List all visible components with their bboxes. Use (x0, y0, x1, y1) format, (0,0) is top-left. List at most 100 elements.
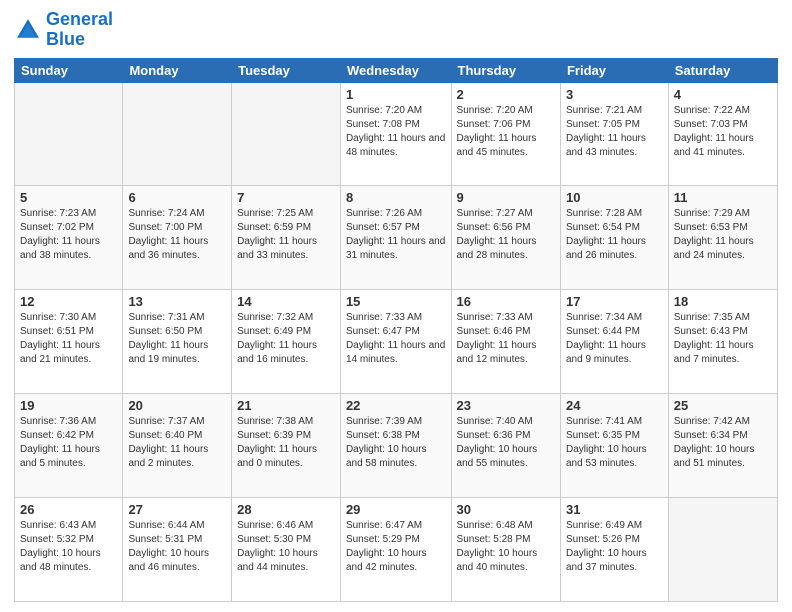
calendar-cell: 8 Sunrise: 7:26 AMSunset: 6:57 PMDaylight… (340, 186, 451, 290)
calendar-cell: 14 Sunrise: 7:32 AMSunset: 6:49 PMDayligh… (232, 290, 341, 394)
day-info: Sunrise: 6:47 AMSunset: 5:29 PMDaylight:… (346, 519, 446, 575)
day-info: Sunrise: 7:32 AMSunset: 6:49 PMDaylight:… (237, 311, 335, 367)
day-number: 27 (128, 502, 226, 517)
calendar-cell: 11Sunrise: 7:29 AMSunset: 6:53 PMDayligh… (668, 186, 777, 290)
day-info: Sunrise: 6:49 AMSunset: 5:26 PMDaylight:… (566, 519, 663, 575)
calendar-cell: 12 Sunrise: 7:30 AMSunset: 6:51 PMDayligh… (15, 290, 123, 394)
header: General Blue (14, 10, 778, 50)
day-info: Sunrise: 7:29 AMSunset: 6:53 PMDaylight:… (674, 207, 772, 263)
calendar-cell: 24 Sunrise: 7:41 AMSunset: 6:35 PMDayligh… (560, 394, 668, 498)
weekday-header: Monday (123, 58, 232, 82)
day-info: Sunrise: 7:42 AMSunset: 6:34 PMDaylight:… (674, 415, 772, 471)
day-info: Sunrise: 6:43 AMSunset: 5:32 PMDaylight:… (20, 519, 117, 575)
day-number: 14 (237, 294, 335, 309)
calendar-cell: 1 Sunrise: 7:20 AMSunset: 7:08 PMDaylight… (340, 82, 451, 186)
day-info: Sunrise: 7:25 AMSunset: 6:59 PMDaylight:… (237, 207, 335, 263)
day-info: Sunrise: 6:44 AMSunset: 5:31 PMDaylight:… (128, 519, 226, 575)
logo-text: General Blue (46, 10, 113, 50)
day-number: 22 (346, 398, 446, 413)
day-info: Sunrise: 7:20 AMSunset: 7:06 PMDaylight:… (457, 104, 555, 160)
day-info: Sunrise: 7:41 AMSunset: 6:35 PMDaylight:… (566, 415, 663, 471)
day-info: Sunrise: 7:39 AMSunset: 6:38 PMDaylight:… (346, 415, 446, 471)
calendar-cell: 13 Sunrise: 7:31 AMSunset: 6:50 PMDayligh… (123, 290, 232, 394)
day-number: 30 (457, 502, 555, 517)
calendar-cell (232, 82, 341, 186)
day-info: Sunrise: 7:35 AMSunset: 6:43 PMDaylight:… (674, 311, 772, 367)
weekday-header: Sunday (15, 58, 123, 82)
calendar-week-row: 26 Sunrise: 6:43 AMSunset: 5:32 PMDayligh… (15, 498, 778, 602)
day-number: 29 (346, 502, 446, 517)
calendar-cell: 21 Sunrise: 7:38 AMSunset: 6:39 PMDayligh… (232, 394, 341, 498)
day-number: 12 (20, 294, 117, 309)
weekday-header: Tuesday (232, 58, 341, 82)
day-info: Sunrise: 7:30 AMSunset: 6:51 PMDaylight:… (20, 311, 117, 367)
day-number: 19 (20, 398, 117, 413)
calendar-table: SundayMondayTuesdayWednesdayThursdayFrid… (14, 58, 778, 602)
day-number: 6 (128, 190, 226, 205)
calendar-cell: 19 Sunrise: 7:36 AMSunset: 6:42 PMDayligh… (15, 394, 123, 498)
calendar-cell: 18Sunrise: 7:35 AMSunset: 6:43 PMDayligh… (668, 290, 777, 394)
calendar-cell: 22 Sunrise: 7:39 AMSunset: 6:38 PMDayligh… (340, 394, 451, 498)
day-info: Sunrise: 7:20 AMSunset: 7:08 PMDaylight:… (346, 104, 446, 160)
day-number: 24 (566, 398, 663, 413)
day-number: 25 (674, 398, 772, 413)
day-info: Sunrise: 7:26 AMSunset: 6:57 PMDaylight:… (346, 207, 446, 263)
weekday-header-row: SundayMondayTuesdayWednesdayThursdayFrid… (15, 58, 778, 82)
day-info: Sunrise: 7:28 AMSunset: 6:54 PMDaylight:… (566, 207, 663, 263)
day-number: 3 (566, 87, 663, 102)
day-info: Sunrise: 7:33 AMSunset: 6:46 PMDaylight:… (457, 311, 555, 367)
calendar-cell: 26 Sunrise: 6:43 AMSunset: 5:32 PMDayligh… (15, 498, 123, 602)
weekday-header: Saturday (668, 58, 777, 82)
day-number: 7 (237, 190, 335, 205)
day-number: 20 (128, 398, 226, 413)
day-info: Sunrise: 7:31 AMSunset: 6:50 PMDaylight:… (128, 311, 226, 367)
weekday-header: Thursday (451, 58, 560, 82)
day-info: Sunrise: 6:48 AMSunset: 5:28 PMDaylight:… (457, 519, 555, 575)
day-info: Sunrise: 7:22 AMSunset: 7:03 PMDaylight:… (674, 104, 772, 160)
day-number: 13 (128, 294, 226, 309)
day-number: 9 (457, 190, 555, 205)
calendar-cell: 10 Sunrise: 7:28 AMSunset: 6:54 PMDayligh… (560, 186, 668, 290)
calendar-cell: 20 Sunrise: 7:37 AMSunset: 6:40 PMDayligh… (123, 394, 232, 498)
calendar-cell: 28 Sunrise: 6:46 AMSunset: 5:30 PMDayligh… (232, 498, 341, 602)
day-number: 23 (457, 398, 555, 413)
day-number: 2 (457, 87, 555, 102)
day-number: 21 (237, 398, 335, 413)
day-number: 16 (457, 294, 555, 309)
day-info: Sunrise: 7:37 AMSunset: 6:40 PMDaylight:… (128, 415, 226, 471)
day-info: Sunrise: 7:23 AMSunset: 7:02 PMDaylight:… (20, 207, 117, 263)
day-number: 10 (566, 190, 663, 205)
calendar-cell (123, 82, 232, 186)
calendar-cell: 6 Sunrise: 7:24 AMSunset: 7:00 PMDaylight… (123, 186, 232, 290)
day-info: Sunrise: 7:38 AMSunset: 6:39 PMDaylight:… (237, 415, 335, 471)
calendar-cell: 5 Sunrise: 7:23 AMSunset: 7:02 PMDaylight… (15, 186, 123, 290)
day-number: 31 (566, 502, 663, 517)
day-info: Sunrise: 7:34 AMSunset: 6:44 PMDaylight:… (566, 311, 663, 367)
calendar-cell: 3 Sunrise: 7:21 AMSunset: 7:05 PMDaylight… (560, 82, 668, 186)
day-number: 26 (20, 502, 117, 517)
day-number: 8 (346, 190, 446, 205)
calendar-cell: 29 Sunrise: 6:47 AMSunset: 5:29 PMDayligh… (340, 498, 451, 602)
calendar-cell: 4Sunrise: 7:22 AMSunset: 7:03 PMDaylight… (668, 82, 777, 186)
day-number: 5 (20, 190, 117, 205)
day-info: Sunrise: 6:46 AMSunset: 5:30 PMDaylight:… (237, 519, 335, 575)
calendar-cell: 17Sunrise: 7:34 AMSunset: 6:44 PMDayligh… (560, 290, 668, 394)
calendar-cell (668, 498, 777, 602)
day-info: Sunrise: 7:36 AMSunset: 6:42 PMDaylight:… (20, 415, 117, 471)
calendar-cell: 27 Sunrise: 6:44 AMSunset: 5:31 PMDayligh… (123, 498, 232, 602)
calendar-cell: 15Sunrise: 7:33 AMSunset: 6:47 PMDayligh… (340, 290, 451, 394)
calendar-cell: 7 Sunrise: 7:25 AMSunset: 6:59 PMDaylight… (232, 186, 341, 290)
day-number: 15 (346, 294, 446, 309)
day-info: Sunrise: 7:21 AMSunset: 7:05 PMDaylight:… (566, 104, 663, 160)
calendar-week-row: 5 Sunrise: 7:23 AMSunset: 7:02 PMDaylight… (15, 186, 778, 290)
day-info: Sunrise: 7:40 AMSunset: 6:36 PMDaylight:… (457, 415, 555, 471)
logo-icon (14, 16, 42, 44)
day-info: Sunrise: 7:24 AMSunset: 7:00 PMDaylight:… (128, 207, 226, 263)
day-number: 1 (346, 87, 446, 102)
calendar-cell: 30 Sunrise: 6:48 AMSunset: 5:28 PMDayligh… (451, 498, 560, 602)
calendar-cell: 2 Sunrise: 7:20 AMSunset: 7:06 PMDaylight… (451, 82, 560, 186)
weekday-header: Wednesday (340, 58, 451, 82)
calendar-cell (15, 82, 123, 186)
calendar-cell: 16 Sunrise: 7:33 AMSunset: 6:46 PMDayligh… (451, 290, 560, 394)
day-number: 28 (237, 502, 335, 517)
